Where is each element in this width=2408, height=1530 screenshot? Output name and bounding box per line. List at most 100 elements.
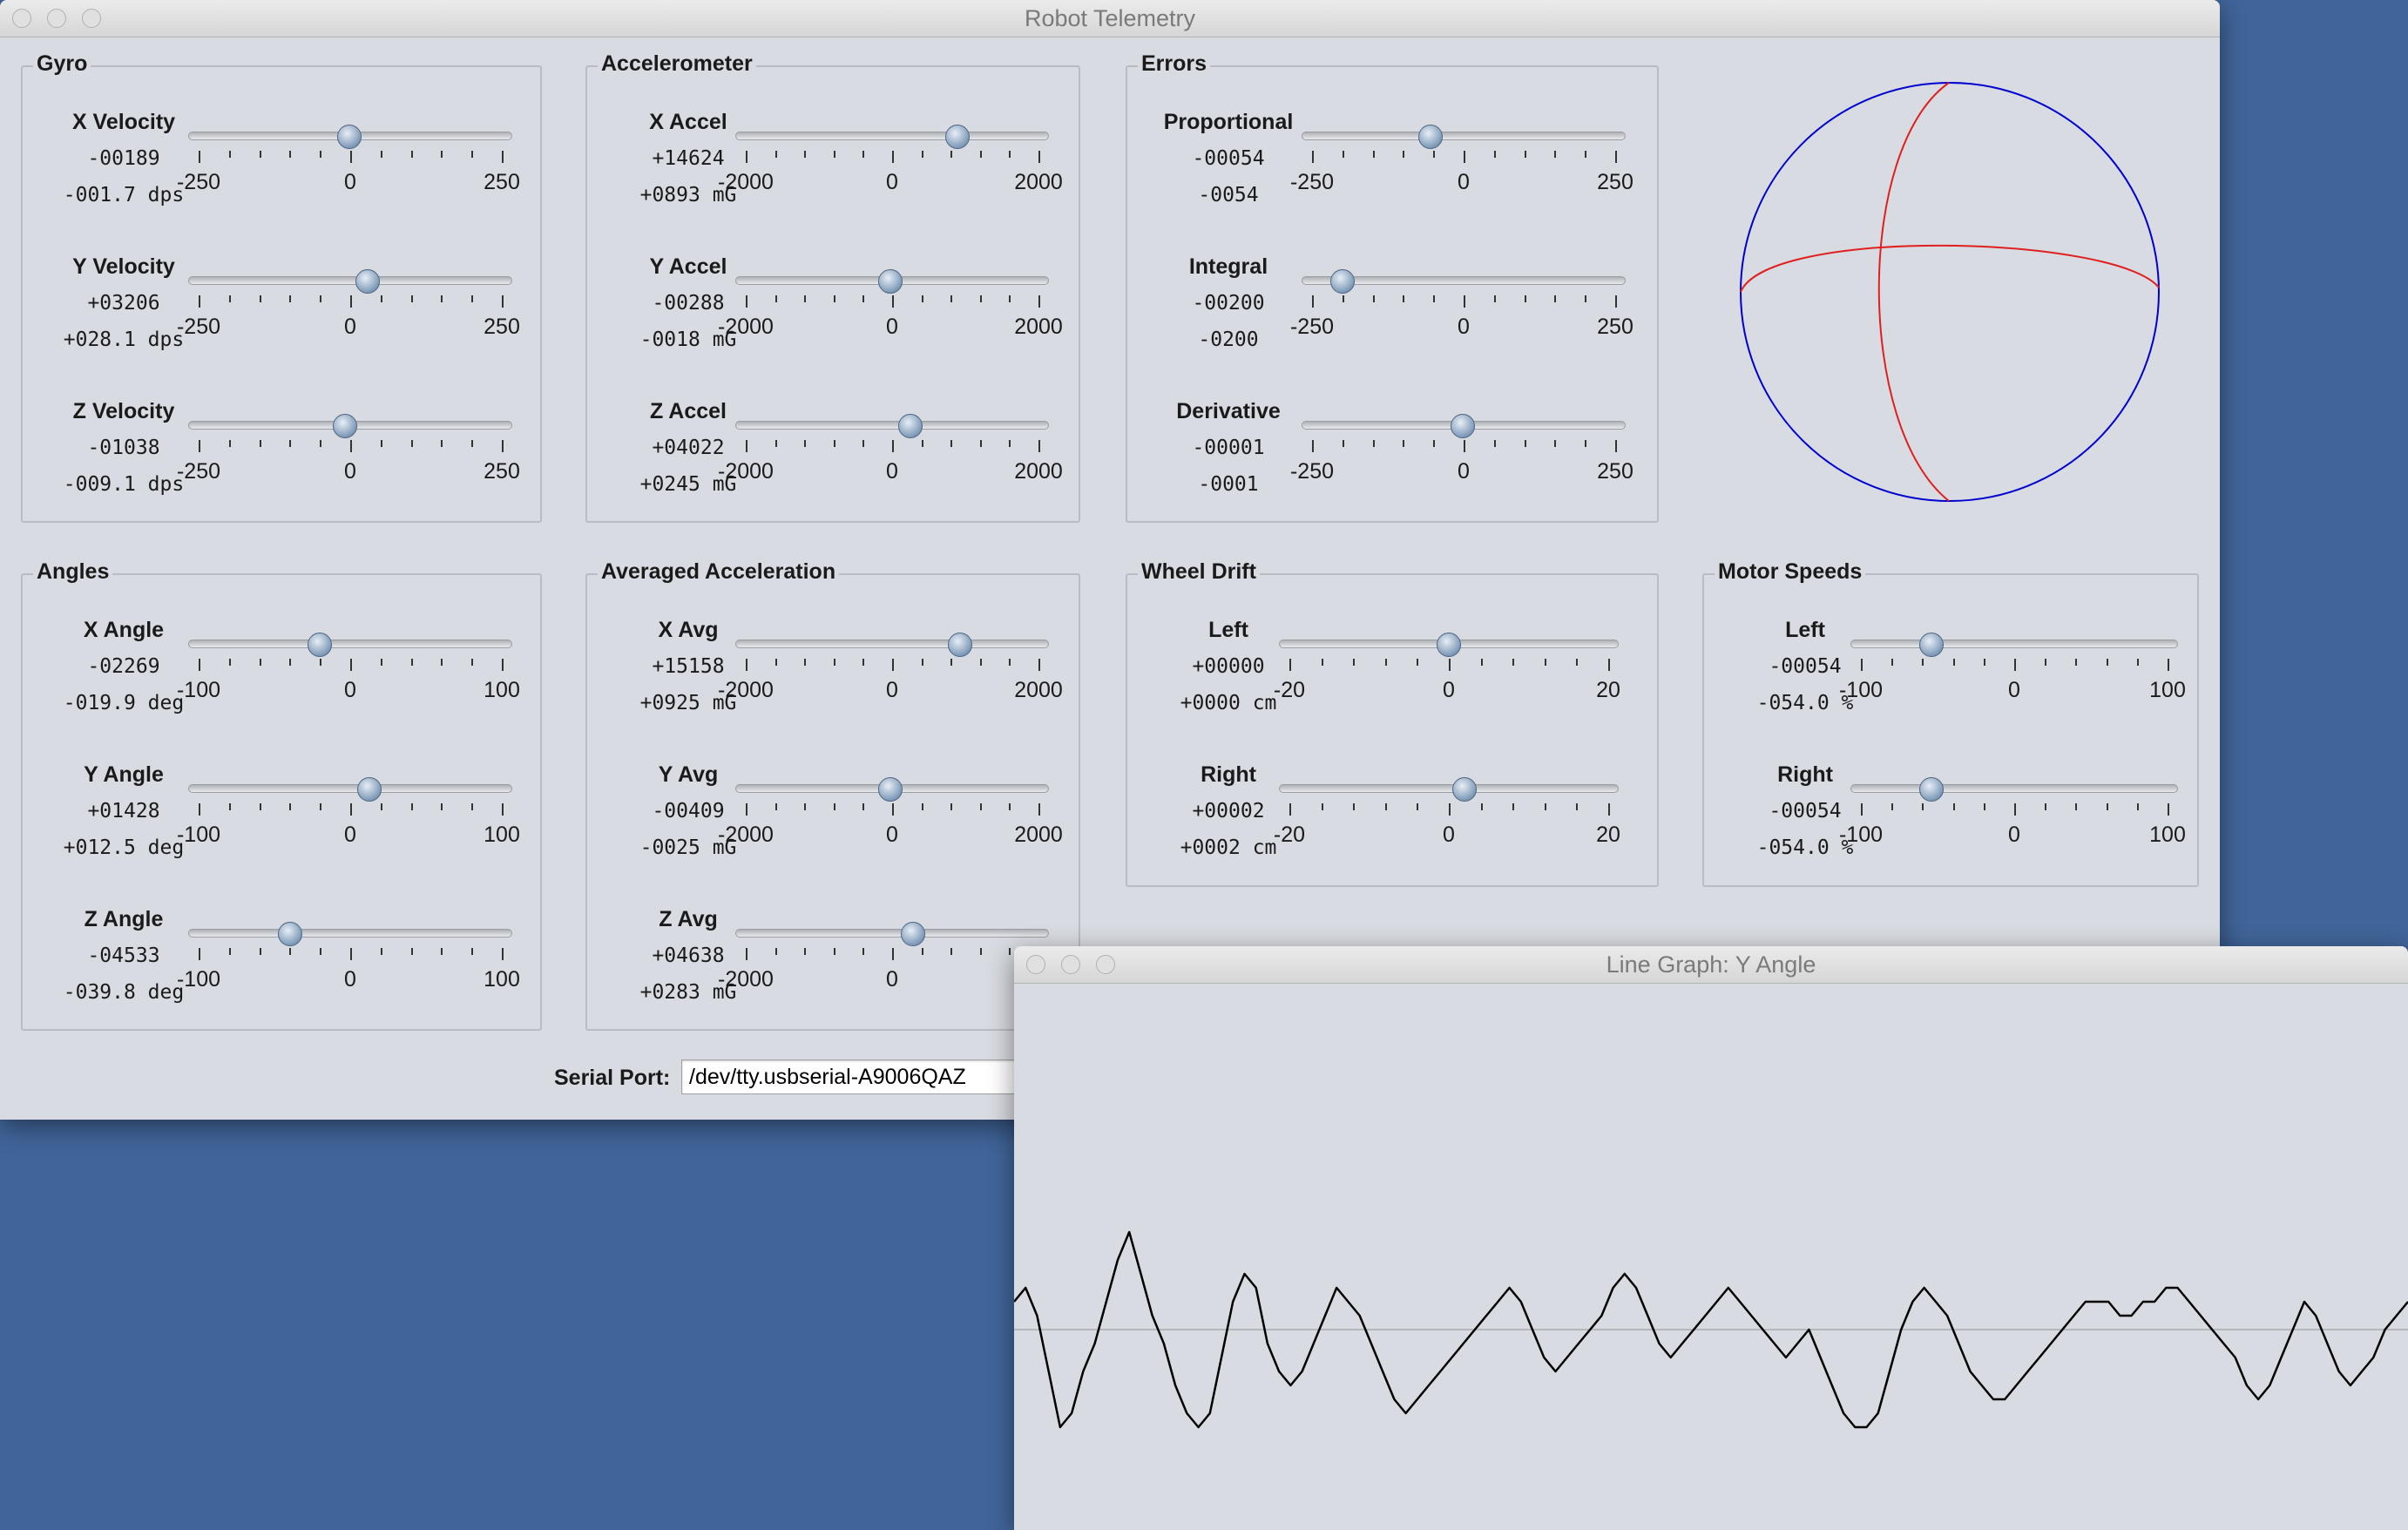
slider-tick — [2045, 803, 2047, 810]
value-slider[interactable]: -250 0 250 — [1290, 125, 1634, 198]
slider-tick — [2136, 803, 2139, 810]
slider-tick — [289, 440, 292, 447]
slider-tick — [1312, 295, 1314, 308]
slider-knob[interactable] — [1329, 269, 1355, 294]
slider-scale-label: 0 — [886, 170, 898, 194]
slider-scale-label: -2000 — [718, 315, 774, 339]
slider-tick — [892, 440, 894, 452]
slider-knob[interactable] — [308, 633, 333, 657]
value-slider[interactable]: -200002000 — [718, 414, 1063, 487]
slider-tick — [2106, 659, 2108, 666]
slider-track[interactable] — [735, 421, 1049, 430]
slider-track[interactable] — [1850, 640, 2178, 648]
slider-tick — [410, 803, 413, 810]
value-slider[interactable]: -250 0 250 — [1290, 414, 1634, 487]
slider-tick — [1891, 659, 1894, 666]
slider-knob[interactable] — [877, 777, 903, 802]
slider-tick — [1353, 803, 1356, 810]
slider-tick — [199, 803, 200, 816]
slider-knob[interactable] — [878, 269, 903, 294]
value-slider[interactable]: -100 0 100 — [177, 633, 520, 706]
slider-knob[interactable] — [947, 633, 972, 657]
slider-track[interactable] — [735, 640, 1049, 648]
value-slider[interactable]: -200002000 — [718, 922, 1063, 995]
value-slider[interactable]: -250 0 250 — [177, 414, 520, 487]
value-slider[interactable]: -250 0 250 — [1290, 269, 1634, 342]
slider-tick — [1384, 659, 1387, 666]
slider-tick — [862, 440, 865, 447]
slider-tick — [1433, 295, 1436, 302]
slider-knob[interactable] — [355, 269, 380, 294]
value-slider[interactable]: -200002000 — [718, 777, 1063, 850]
slider-tick — [950, 151, 953, 158]
value-slider[interactable]: -20 0 20 — [1274, 777, 1620, 850]
slider-knob[interactable] — [332, 414, 357, 438]
slider-tick — [471, 151, 474, 158]
slider-track[interactable] — [735, 929, 1049, 938]
slider-knob[interactable] — [900, 922, 925, 946]
value-slider[interactable]: -250 0 250 — [177, 125, 520, 198]
slider-tick — [1585, 151, 1587, 158]
slider-knob[interactable] — [1418, 125, 1444, 149]
slider-tick — [1342, 295, 1344, 302]
slider-track[interactable] — [188, 276, 512, 285]
slider-track[interactable] — [1850, 784, 2178, 793]
slider-tick — [1544, 659, 1546, 666]
slider-tick — [259, 803, 261, 810]
value-slider[interactable]: -20 0 20 — [1274, 633, 1620, 706]
slider-tick — [2168, 803, 2169, 816]
slider-tick — [1289, 659, 1291, 671]
slider-track[interactable] — [1279, 784, 1619, 793]
slider-tick — [1038, 295, 1040, 308]
slider-track[interactable] — [188, 784, 512, 793]
slider-scale-label: -250 — [1289, 170, 1335, 194]
slider-tick — [833, 151, 835, 158]
slider-tick — [774, 440, 777, 447]
slider-tick — [471, 440, 474, 447]
serial-port-input[interactable] — [681, 1059, 1021, 1094]
slider-tick — [1403, 440, 1405, 447]
slider-tick — [833, 295, 835, 302]
slider-knob[interactable] — [1437, 633, 1461, 657]
slider-knob[interactable] — [277, 922, 302, 946]
slider-knob[interactable] — [1918, 777, 1944, 802]
slider-scale-label: 100 — [2149, 678, 2186, 702]
value-slider[interactable]: -100 0 100 — [1839, 777, 2186, 850]
slider-track[interactable] — [1302, 132, 1626, 140]
slider-tick — [441, 659, 443, 666]
value-slider[interactable]: -200002000 — [718, 269, 1063, 342]
slider-tick — [1585, 295, 1587, 302]
slider-scale-label: 0 — [1443, 823, 1455, 847]
slider-knob[interactable] — [1451, 414, 1476, 438]
slider-knob[interactable] — [945, 125, 970, 149]
value-slider[interactable]: -100 0 100 — [177, 777, 520, 850]
main-titlebar[interactable]: Robot Telemetry — [0, 0, 2220, 37]
slider-track[interactable] — [188, 640, 512, 648]
value-slider[interactable]: -250 0 250 — [177, 269, 520, 342]
graph-titlebar[interactable]: Line Graph: Y Angle — [1014, 946, 2408, 984]
slider-scale-label: 20 — [1596, 678, 1620, 702]
slider-tick — [1576, 659, 1579, 666]
value-slider[interactable]: -100 0 100 — [177, 922, 520, 995]
slider-tick — [862, 659, 865, 666]
slider-tick — [502, 151, 504, 163]
slider-tick — [1312, 440, 1314, 452]
slider-tick — [921, 151, 923, 158]
slider-knob[interactable] — [336, 125, 362, 149]
slider-knob[interactable] — [897, 414, 923, 438]
slider-tick — [1353, 659, 1356, 666]
slider-tick — [1038, 659, 1040, 671]
slider-scale-label: 0 — [344, 315, 356, 339]
slider-knob[interactable] — [1918, 633, 1944, 657]
slider-scale-label: -250 — [1289, 459, 1335, 484]
value-slider[interactable]: -200002000 — [718, 633, 1063, 706]
slider-track[interactable] — [188, 929, 512, 938]
slider-track[interactable] — [735, 132, 1049, 140]
value-slider[interactable]: -100 0 100 — [1839, 633, 2186, 706]
slider-knob[interactable] — [356, 777, 382, 802]
slider-tick — [502, 659, 504, 671]
slider-knob[interactable] — [1452, 777, 1478, 802]
value-slider[interactable]: -200002000 — [718, 125, 1063, 198]
slider-tick — [289, 803, 292, 810]
slider-tick — [833, 440, 835, 447]
